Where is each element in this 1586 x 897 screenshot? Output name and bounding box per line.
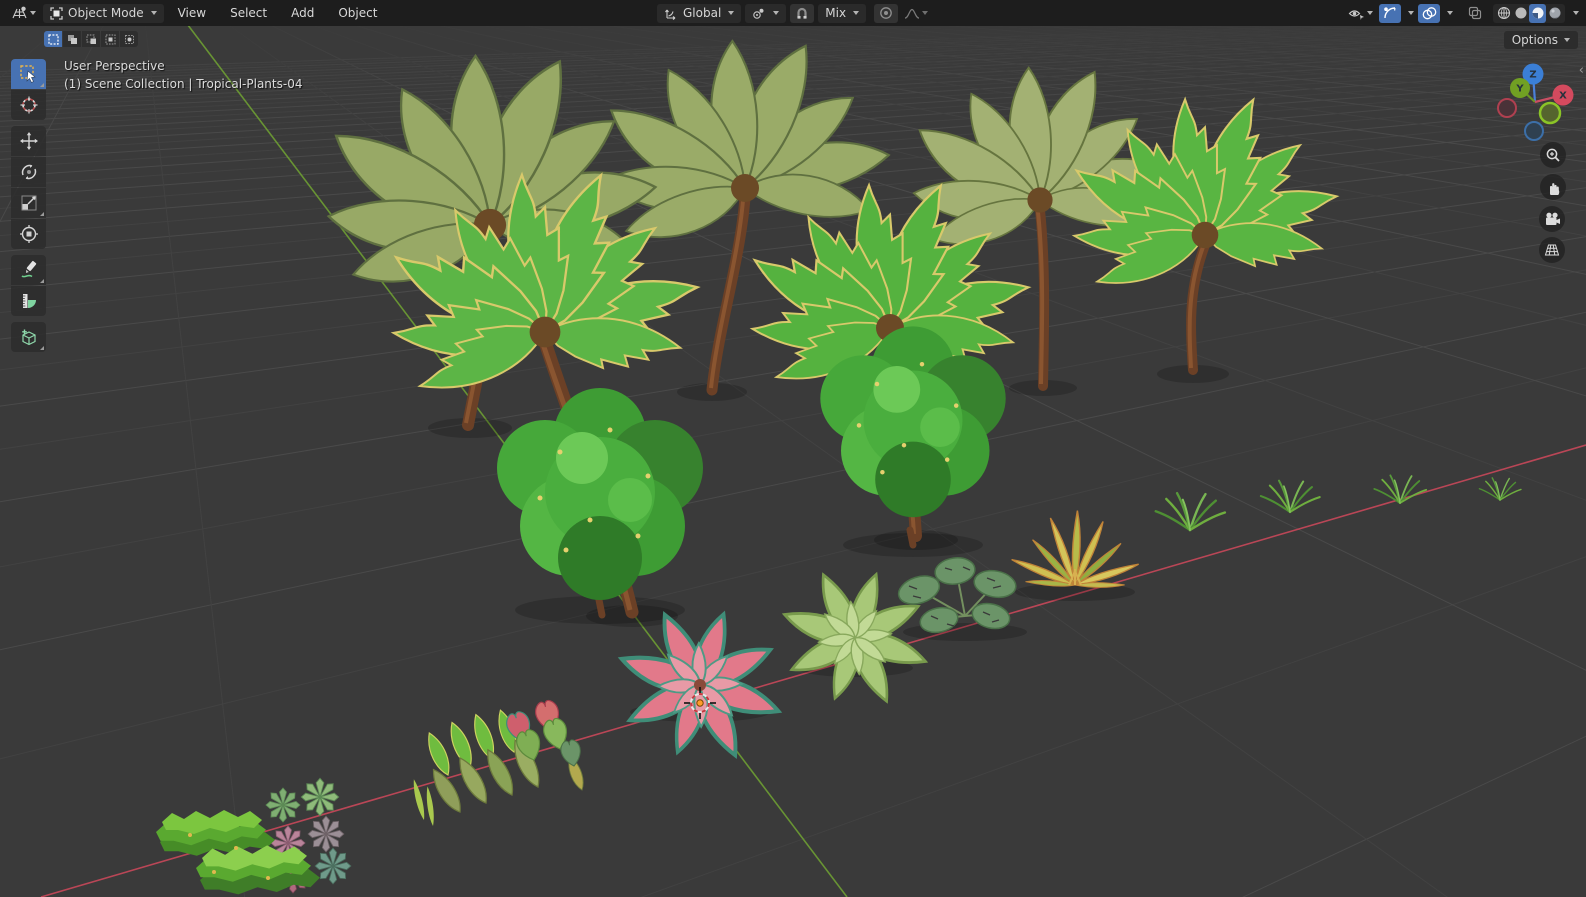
tool-measure[interactable] (11, 286, 46, 316)
zoom-button[interactable] (1540, 142, 1566, 168)
shading-rendered-icon (1549, 7, 1561, 19)
options-label: Options (1511, 33, 1558, 47)
viewport-header: Object Mode View Select Add Object Globa… (0, 0, 1586, 26)
menu-object[interactable]: Object (326, 6, 389, 20)
pan-button[interactable] (1540, 174, 1566, 200)
tool-select-box[interactable] (11, 59, 46, 89)
pivot-point-icon (753, 8, 764, 19)
viewport-shading-group (1493, 3, 1565, 23)
overlays-dropdown[interactable] (1442, 4, 1455, 23)
shading-material-icon (1532, 7, 1543, 19)
scene-breadcrumb-label: (1) Scene Collection | Tropical-Plants-0… (64, 77, 303, 91)
camera-icon (1545, 212, 1560, 225)
tool-rotate[interactable] (11, 157, 46, 187)
svg-text:Z: Z (1529, 70, 1536, 81)
zoom-icon (1546, 148, 1560, 162)
grass-tuft[interactable] (1479, 477, 1520, 504)
shading-wireframe-button[interactable] (1495, 4, 1512, 23)
gizmo-axis-neg-x[interactable] (1497, 98, 1517, 118)
gizmo-axis-neg-y[interactable] (1538, 101, 1562, 125)
proportional-falloff-dropdown[interactable] (901, 4, 931, 23)
grass-tuft[interactable] (1261, 480, 1320, 518)
tool-annotate[interactable] (11, 255, 46, 285)
bush[interactable] (820, 326, 1006, 549)
visibility-eye-icon (1348, 9, 1364, 20)
mode-label: Object Mode (68, 6, 144, 20)
camera-view-button[interactable] (1539, 206, 1565, 232)
proportional-editing-icon (880, 7, 892, 19)
svg-text:Y: Y (1515, 84, 1524, 95)
svg-text:X: X (1559, 91, 1567, 102)
menu-select[interactable]: Select (218, 6, 279, 20)
gizmo-axis-neg-z[interactable] (1524, 121, 1544, 141)
select-mode-invert[interactable] (101, 31, 119, 47)
show-overlays-toggle[interactable] (1418, 3, 1440, 23)
tool-move[interactable] (11, 126, 46, 156)
tool-add-cube[interactable] (11, 322, 46, 352)
sidebar-collapse-arrow[interactable]: ‹ (1579, 63, 1584, 78)
xray-icon (1468, 6, 1482, 20)
shading-material-button[interactable] (1529, 3, 1546, 23)
grass-tuft[interactable] (1156, 492, 1225, 537)
tool-scale[interactable] (11, 188, 46, 218)
view-name-label: User Perspective (64, 59, 165, 73)
shading-solid-icon (1515, 7, 1526, 19)
orientation-label: Global (683, 6, 722, 20)
gizmo-icon (1384, 7, 1396, 19)
orientation-icon (665, 9, 676, 20)
tool-transform[interactable] (11, 219, 46, 249)
monstera-plant[interactable] (895, 555, 1018, 635)
pivot-point-dropdown[interactable] (745, 3, 787, 23)
select-mode-extend[interactable] (63, 31, 81, 47)
select-mode-group (44, 31, 138, 47)
3d-viewport-editor-icon (11, 6, 27, 18)
bush[interactable] (497, 388, 703, 619)
grass-tuft[interactable] (1374, 475, 1426, 509)
gizmo-dropdown[interactable] (1403, 4, 1416, 23)
select-mode-subtract[interactable] (82, 31, 100, 47)
proportional-editing-toggle[interactable] (874, 3, 899, 23)
gizmo-axis-y[interactable]: Y (1510, 78, 1530, 98)
shading-rendered-button[interactable] (1546, 4, 1563, 23)
orthographic-toggle-button[interactable] (1539, 237, 1565, 263)
grid-icon (1544, 244, 1560, 256)
show-gizmo-toggle[interactable] (1379, 3, 1401, 23)
transform-orientation-dropdown[interactable]: Global (657, 3, 742, 23)
tool-shelf (11, 59, 46, 353)
hand-icon (1549, 182, 1559, 195)
mix-label: Mix (825, 6, 847, 20)
viewport-3d-scene (0, 0, 1586, 897)
croton-plant[interactable] (1009, 509, 1141, 590)
falloff-curve-icon (904, 8, 920, 19)
shading-wireframe-icon (1497, 6, 1510, 20)
overlays-icon (1422, 6, 1436, 19)
magnet-icon (797, 7, 807, 19)
tool-cursor[interactable] (11, 90, 46, 120)
editor-type-button[interactable] (8, 4, 38, 23)
object-origin-dot (696, 699, 704, 707)
shading-dropdown[interactable] (1568, 4, 1581, 23)
shading-solid-button[interactable] (1512, 4, 1529, 23)
toggle-xray[interactable] (1464, 4, 1486, 23)
mode-dropdown[interactable]: Object Mode (43, 3, 164, 23)
snap-toggle[interactable] (790, 3, 815, 23)
options-dropdown[interactable]: Options (1503, 31, 1578, 49)
gizmo-axis-x[interactable]: X (1552, 84, 1574, 106)
aglaonema-plant[interactable] (618, 609, 782, 761)
navigation-gizmo[interactable]: Z Y X (1496, 60, 1576, 144)
object-visibility-dropdown[interactable] (1343, 4, 1377, 23)
select-mode-set[interactable] (44, 31, 62, 47)
select-mode-intersect[interactable] (120, 31, 138, 47)
blender-window: { "header": { "editor_icon": "3d-viewpor… (0, 0, 1586, 897)
menu-add[interactable]: Add (279, 6, 326, 20)
object-mode-icon (50, 6, 63, 20)
snap-with-dropdown[interactable]: Mix (818, 3, 867, 23)
menu-view[interactable]: View (166, 6, 218, 20)
